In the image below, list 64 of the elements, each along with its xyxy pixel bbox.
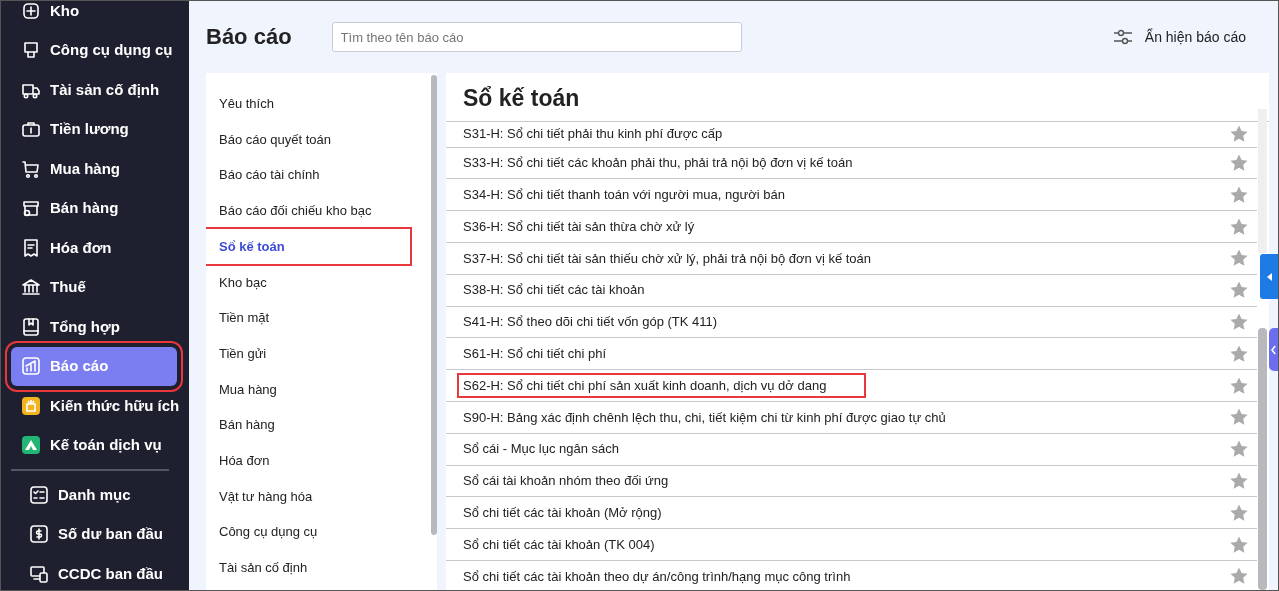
- category-item[interactable]: Vật tư hàng hóa: [206, 478, 326, 515]
- category-item[interactable]: Kho bạc: [206, 264, 280, 301]
- sidebar-item[interactable]: Kiến thức hữu ích: [1, 386, 179, 426]
- dollar-icon: [29, 524, 49, 545]
- report-link[interactable]: S34-H: Sổ chi tiết thanh toán với người mua, người bán: [457, 182, 825, 208]
- monitor-icon: [21, 40, 41, 61]
- report-link[interactable]: S90-H: Bảng xác định chênh lệch thu, chi, tiết kiệm chi từ kinh phí được giao tự chủ: [457, 404, 986, 431]
- book-icon: [21, 316, 41, 337]
- sliders-icon: [1112, 29, 1133, 45]
- sidebar-item[interactable]: Thuế: [1, 267, 179, 307]
- store-icon: [21, 198, 41, 219]
- sidebar-item[interactable]: Danh mục: [9, 475, 159, 515]
- briefcase-icon: [21, 119, 41, 140]
- report-link[interactable]: S37-H: Sổ chi tiết tài sản thiếu chờ xử lý, phải trả nội bộ đơn vị kế toán: [457, 245, 912, 272]
- report-link[interactable]: S61-H: Sổ chi tiết chi phí: [457, 340, 647, 367]
- category-item[interactable]: Sổ kế toán: [206, 228, 410, 265]
- report-link[interactable]: Sổ cái tài khoản nhóm theo đối ứng: [457, 468, 709, 494]
- sidebar-item[interactable]: Công cụ dụng cụ: [1, 30, 179, 70]
- chevron-icon: [1271, 344, 1276, 355]
- report-link[interactable]: S31-H: Sổ chi tiết phải thu kinh phí được cấp: [457, 121, 763, 147]
- sidebar-item[interactable]: Mua hàng: [1, 149, 179, 189]
- report-link[interactable]: Sổ chi tiết các tài khoản (Mở rộng): [457, 499, 702, 526]
- devices-icon: [29, 563, 49, 584]
- report-link[interactable]: S41-H: Sổ theo dõi chi tiết vốn góp (TK 411): [457, 309, 758, 335]
- box-icon: [21, 1, 41, 21]
- report-link[interactable]: Sổ cái - Mục lục ngân sách: [457, 436, 660, 462]
- report-link[interactable]: Sổ chi tiết các tài khoản theo dự án/công trình/hạng mục công trình: [457, 563, 891, 590]
- chart-icon: [21, 356, 41, 377]
- sidebar-item[interactable]: Kế toán dịch vụ: [1, 425, 179, 465]
- star-icon[interactable]: [1229, 153, 1249, 173]
- bank-icon: [21, 277, 41, 298]
- category-item[interactable]: Bán hàng: [206, 407, 288, 443]
- receipt-icon: [21, 237, 41, 258]
- collapse-tab[interactable]: [1260, 254, 1278, 299]
- sidebar-item[interactable]: Bán hàng: [1, 188, 179, 228]
- report-link[interactable]: S62-H: Sổ chi tiết chi phí sản xuất kinh doanh, dịch vụ dở dang: [457, 372, 867, 399]
- category-item[interactable]: Yêu thích: [206, 86, 287, 122]
- category-item[interactable]: Hóa đơn: [206, 442, 283, 479]
- category-item[interactable]: Tiền mặt: [206, 300, 283, 336]
- category-item[interactable]: Báo cáo đối chiếu kho bạc: [206, 193, 385, 229]
- scrollbar[interactable]: [431, 75, 437, 535]
- category-item[interactable]: Báo cáo tài chính: [206, 157, 333, 194]
- sidebar-item[interactable]: Tổng hợp: [1, 307, 179, 347]
- sidebar-item[interactable]: Tài sản cố định: [1, 70, 179, 110]
- caret-icon: [1266, 272, 1272, 281]
- category-item[interactable]: Tài sản cố định: [206, 549, 321, 586]
- sidebar-item[interactable]: Hóa đơn: [1, 228, 179, 268]
- cart-icon: [21, 158, 41, 179]
- category-item[interactable]: Báo cáo quyết toán: [206, 121, 345, 158]
- search-field[interactable]: Tìm theo tên báo cáo: [331, 22, 742, 52]
- category-item[interactable]: Công cụ dụng cụ: [206, 514, 331, 550]
- scrollbar[interactable]: [1258, 328, 1267, 590]
- category-item[interactable]: Tiền gửi: [206, 335, 280, 372]
- report-link[interactable]: Sổ chi tiết các tài khoản (TK 004): [457, 531, 695, 558]
- category-item[interactable]: Mua hàng: [206, 371, 290, 408]
- sidebar-item[interactable]: Kho: [1, 1, 179, 31]
- report-link[interactable]: S33-H: Sổ chi tiết các khoản phải thu, phải trả nội bộ đơn vị kế toán: [457, 150, 893, 176]
- report-link[interactable]: S36-H: Sổ chi tiết tài sản thừa chờ xử lý: [457, 213, 735, 240]
- list-icon: [29, 484, 49, 505]
- toggle-reports-button[interactable]: Ẩn hiện báo cáo: [1106, 25, 1252, 49]
- page-title: Báo cáo: [206, 23, 292, 51]
- expand-tab[interactable]: [1269, 328, 1278, 371]
- report-link[interactable]: S38-H: Sổ chi tiết các tài khoản: [457, 277, 685, 303]
- sidebar-item[interactable]: Tiền lương: [1, 109, 179, 149]
